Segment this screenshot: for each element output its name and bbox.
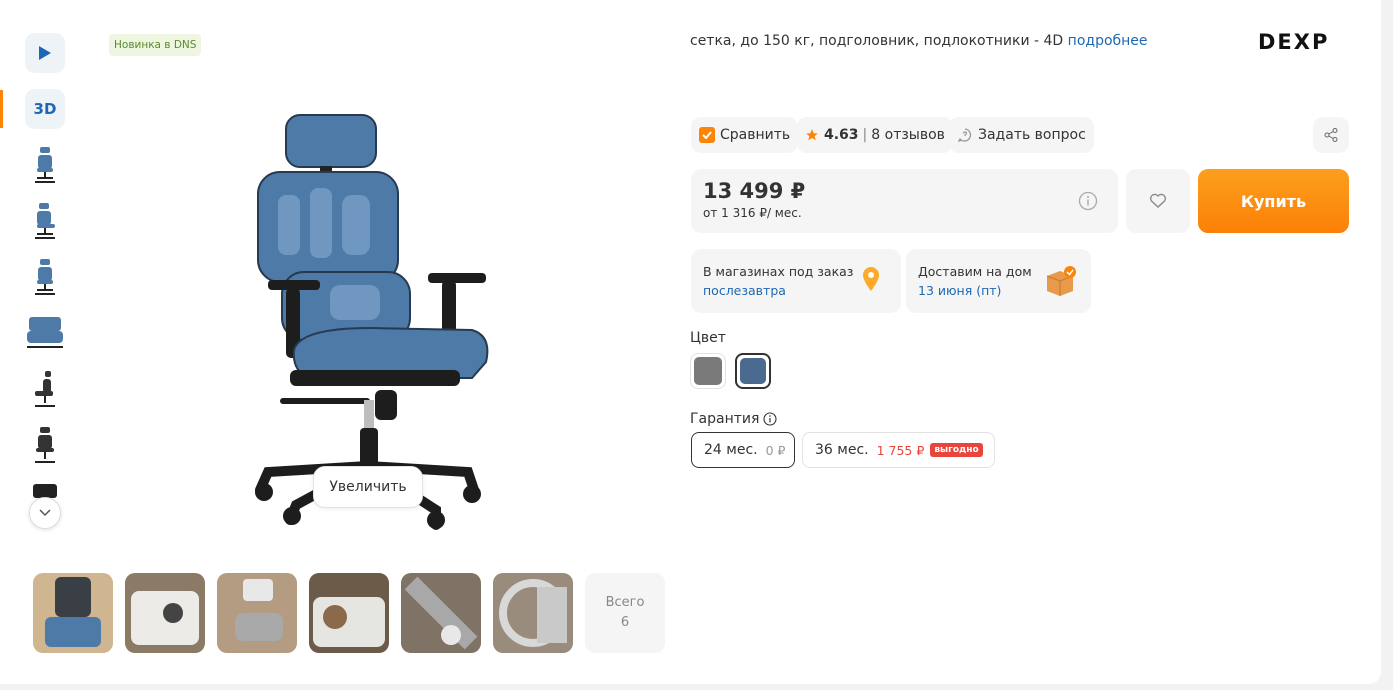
warranty-label: Гарантия (690, 411, 777, 427)
photo-thumbnail[interactable] (125, 573, 205, 653)
warranty-price: 0 ₽ (765, 442, 786, 458)
thumbnail[interactable] (25, 423, 65, 467)
photo-thumbnail[interactable] (217, 573, 297, 653)
video-button[interactable] (25, 33, 65, 73)
brand-logo[interactable]: DEXP (1258, 30, 1329, 54)
delivery-block[interactable]: Доставим на дом 13 июня (пт) (906, 249, 1091, 313)
warranty-text: Гарантия (690, 411, 760, 427)
zoom-button[interactable]: Увеличить (313, 466, 423, 508)
subtitle-text: сетка, до 150 кг, подголовник, подлокотн… (690, 33, 1064, 49)
question-icon (957, 128, 972, 143)
wishlist-button[interactable] (1126, 169, 1190, 233)
rating-value: 4.63 (824, 127, 859, 143)
more-link[interactable]: подробнее (1068, 33, 1148, 49)
price-value: 13 499 ₽ (703, 179, 806, 203)
product-card: 3D Новинка в DNS Увеличить Всего 6 сетка… (0, 0, 1381, 684)
location-pin-icon (863, 267, 879, 291)
reviews-count: 8 отзывов (871, 127, 945, 143)
share-button[interactable] (1313, 117, 1349, 153)
total-count: 6 (620, 615, 630, 630)
ask-label: Задать вопрос (978, 127, 1086, 143)
play-icon (39, 46, 51, 60)
vertical-thumbnails: 3D (0, 0, 90, 540)
thumbnail[interactable] (25, 367, 65, 411)
chair-icon (35, 203, 55, 239)
color-swatch-blue[interactable] (735, 353, 771, 389)
delivery-date[interactable]: 13 июня (пт) (918, 283, 1001, 298)
heart-icon (1149, 193, 1167, 208)
total-label: Всего (605, 595, 645, 610)
pickup-title: В магазинах под заказ (703, 264, 854, 279)
thumbnail[interactable] (25, 199, 65, 243)
photo-thumbnail[interactable] (33, 573, 113, 653)
warranty-term: 24 мес. (704, 442, 758, 458)
info-icon[interactable] (763, 412, 777, 426)
chair-icon (27, 317, 63, 348)
profit-badge: выгодно (930, 443, 983, 457)
photo-thumbnail[interactable] (493, 573, 573, 653)
delivery-title: Доставим на дом (918, 264, 1032, 279)
chair-icon (35, 371, 55, 407)
compare-button[interactable]: Сравнить (691, 117, 799, 153)
swatch-fill (694, 357, 722, 385)
pickup-date[interactable]: послезавтра (703, 283, 786, 298)
compare-label: Сравнить (720, 127, 791, 143)
chair-icon (35, 427, 55, 463)
chair-icon (35, 147, 55, 183)
new-badge: Новинка в DNS (109, 34, 202, 56)
chair-icon (35, 259, 55, 295)
warranty-price: 1 755 ₽ (876, 442, 925, 458)
credit-text[interactable]: от 1 316 ₽/ мес. (703, 206, 802, 220)
warranty-option-24[interactable]: 24 мес. 0 ₽ (691, 432, 795, 468)
3d-button[interactable]: 3D (25, 89, 65, 129)
chevron-down-icon (39, 509, 51, 517)
rating-button[interactable]: 4.63 | 8 отзывов (797, 117, 953, 153)
box-icon (1046, 266, 1076, 296)
color-label: Цвет (690, 330, 726, 346)
warranty-term: 36 мес. (815, 442, 869, 458)
thumbnail[interactable] (25, 311, 65, 355)
pickup-block[interactable]: В магазинах под заказ послезавтра (691, 249, 901, 313)
price-block: 13 499 ₽ от 1 316 ₽/ мес. (691, 169, 1118, 233)
swatch-fill (740, 358, 766, 384)
thumbnail[interactable] (25, 143, 65, 187)
checkbox-icon[interactable] (699, 127, 715, 143)
ask-question-button[interactable]: Задать вопрос (949, 117, 1094, 153)
star-icon (806, 129, 818, 141)
thumbnail[interactable] (25, 255, 65, 299)
scroll-down-button[interactable] (29, 497, 61, 529)
photo-thumbnail[interactable] (401, 573, 481, 653)
all-photos-button[interactable]: Всего 6 (585, 573, 665, 653)
color-swatch-gray[interactable] (690, 353, 726, 389)
active-indicator (0, 90, 3, 128)
product-subtitle: сетка, до 150 кг, подголовник, подлокотн… (690, 33, 1148, 49)
info-icon[interactable] (1078, 191, 1098, 211)
share-icon (1324, 128, 1338, 142)
buy-button[interactable]: Купить (1198, 169, 1349, 233)
rating-separator: | (862, 127, 868, 143)
photo-thumbnail[interactable] (309, 573, 389, 653)
warranty-option-36[interactable]: 36 мес. 1 755 ₽ выгодно (802, 432, 995, 468)
